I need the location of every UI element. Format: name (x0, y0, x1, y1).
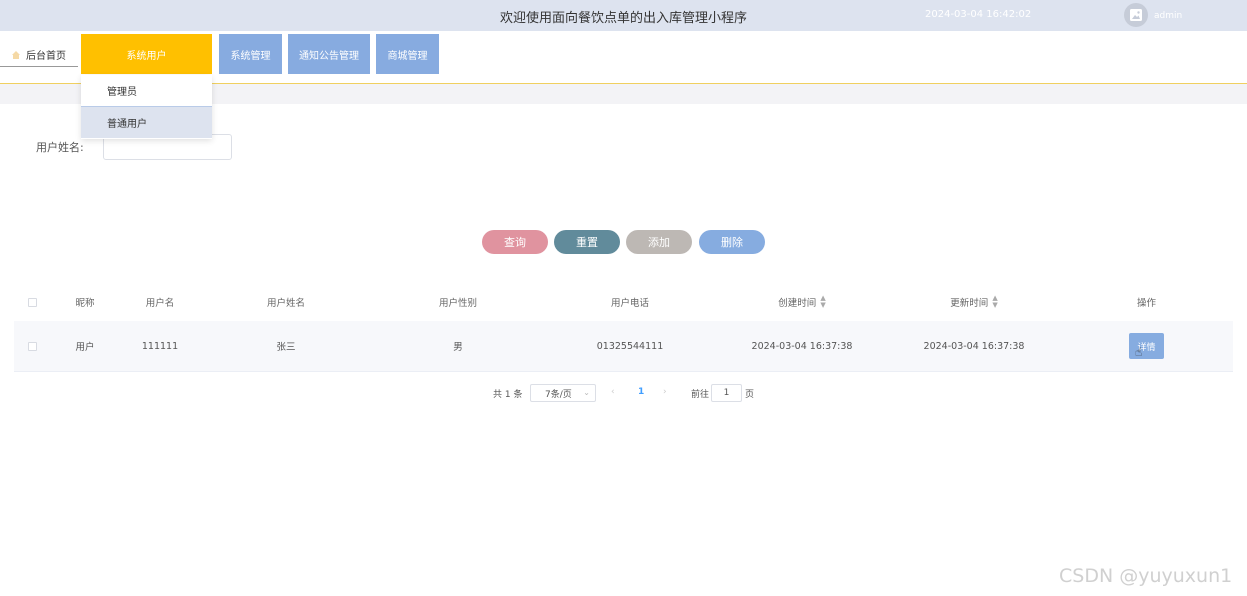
delete-button[interactable]: 删除 (699, 230, 765, 254)
pagination-total: 共 1 条 (493, 390, 523, 400)
row-checkbox-cell (14, 321, 50, 371)
username[interactable]: admin (1154, 11, 1182, 21)
pointer-cursor-icon: ☝ (1135, 345, 1143, 359)
col-created[interactable]: 创建时间 ▲ ▼ (716, 283, 888, 321)
table-header: 昵称 用户名 用户姓名 用户性别 用户电话 创建时间 ▲ ▼ 更新时间 ▲ ▼ 操作 (14, 283, 1233, 321)
query-button[interactable]: 查询 (482, 230, 548, 254)
cell-actions: 详情 ☝ (1060, 321, 1233, 371)
submenu-item-admin[interactable]: 管理员 (81, 75, 212, 106)
page-size-value: 7条/页 (545, 389, 572, 400)
submenu-item-normal-user[interactable]: 普通用户 (81, 107, 212, 138)
home-icon (12, 50, 20, 59)
search-label: 用户姓名: (36, 141, 84, 154)
col-actions: 操作 (1136, 298, 1156, 309)
row-checkbox[interactable] (27, 341, 37, 351)
avatar[interactable] (1124, 3, 1148, 27)
col-username: 用户名 (145, 298, 175, 309)
table-row: 用户 111111 张三 男 01325544111 2024-03-04 16… (14, 321, 1233, 372)
nav-notice-management[interactable]: 通知公告管理 (288, 34, 370, 74)
sort-icon[interactable]: ▲ ▼ (992, 295, 997, 309)
prev-page-icon[interactable]: ‹ (611, 387, 615, 397)
image-icon (1130, 9, 1142, 21)
col-created-label: 创建时间 (778, 298, 817, 309)
col-updated[interactable]: 更新时间 ▲ ▼ (888, 283, 1060, 321)
cell-username: 111111 (141, 340, 179, 352)
add-button[interactable]: 添加 (626, 230, 692, 254)
nav-mall-management[interactable]: 商城管理 (376, 34, 439, 74)
cell-phone: 01325544111 (596, 340, 664, 352)
select-all-checkbox[interactable] (27, 297, 37, 307)
col-realname: 用户姓名 (266, 298, 305, 309)
chevron-down-icon: ⌄ (583, 388, 590, 397)
detail-button[interactable]: 详情 ☝ (1129, 333, 1164, 359)
cell-nickname: 用户 (75, 342, 95, 353)
pagination: 共 1 条 7条/页 ⌄ ‹ 1 › 前往 页 (0, 384, 1247, 402)
app-title: 欢迎使用面向餐饮点单的出入库管理小程序 (499, 11, 747, 26)
col-nickname: 昵称 (75, 298, 95, 309)
page-size-select[interactable]: 7条/页 ⌄ (530, 384, 596, 402)
cell-updated: 2024-03-04 16:37:38 (923, 340, 1025, 352)
next-page-icon[interactable]: › (663, 387, 667, 397)
col-updated-label: 更新时间 (950, 298, 989, 309)
cell-realname: 张三 (276, 342, 296, 353)
goto-label: 前往 (691, 390, 710, 400)
top-header-bar: 欢迎使用面向餐饮点单的出入库管理小程序 2024-03-04 16:42:02 … (0, 0, 1247, 31)
nav-system-users[interactable]: 系统用户 (81, 34, 212, 74)
home-link-label: 后台首页 (26, 51, 66, 62)
home-link[interactable]: 后台首页 (0, 43, 78, 67)
goto-page-input[interactable] (711, 384, 742, 402)
col-phone: 用户电话 (610, 298, 649, 309)
watermark: CSDN @yuyuxun1 (1059, 565, 1233, 587)
cell-gender: 男 (453, 342, 463, 353)
header-checkbox-cell (14, 283, 50, 321)
current-datetime: 2024-03-04 16:42:02 (925, 9, 1032, 20)
nav-system-management[interactable]: 系统管理 (219, 34, 282, 74)
system-users-submenu: 管理员 普通用户 (81, 75, 212, 139)
page-number-1[interactable]: 1 (638, 387, 644, 397)
sort-icon[interactable]: ▲ ▼ (820, 295, 825, 309)
reset-button[interactable]: 重置 (554, 230, 620, 254)
col-gender: 用户性别 (438, 298, 477, 309)
page-unit-label: 页 (745, 390, 755, 400)
cell-created: 2024-03-04 16:37:38 (751, 340, 853, 352)
